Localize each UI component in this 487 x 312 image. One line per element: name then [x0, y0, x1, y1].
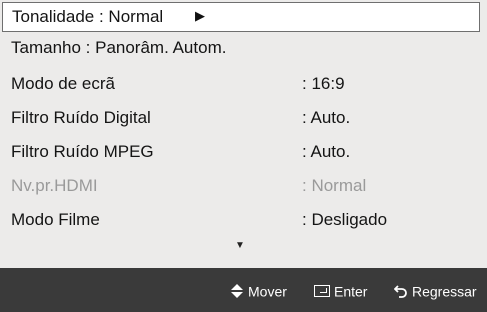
up-down-diamond-icon [231, 284, 243, 299]
scroll-down-arrow-icon[interactable]: ▼ [235, 240, 245, 251]
menu-item-label: Nv.pr.HDMI [11, 176, 98, 195]
menu-item-modo-filme[interactable]: Modo Filme : Desligado [0, 204, 487, 238]
menu-item-value: : Auto. [302, 108, 351, 127]
return-arrow-icon [394, 285, 407, 299]
navigation-hint-bar: Mover Enter Regressar [0, 268, 487, 312]
enter-icon [314, 285, 330, 298]
hint-regressar: Regressar [394, 282, 477, 299]
menu-item-label: Modo de ecrã [11, 74, 115, 93]
menu-item-value: : Normal [302, 176, 367, 195]
picture-options-menu: Tonalidade : Normal ▶ Tamanho : Panorâm.… [0, 0, 487, 268]
hint-regressar-label: Regressar [412, 283, 477, 300]
submenu-arrow-icon: ▶ [195, 8, 205, 23]
menu-item-tonalidade[interactable]: Tonalidade : Normal ▶ [2, 2, 480, 32]
menu-item-tamanho[interactable]: Tamanho : Panorâm. Autom. [0, 34, 487, 68]
menu-item-nv-pr-hdmi: Nv.pr.HDMI : Normal [0, 170, 487, 204]
menu-item-label: Filtro Ruído Digital [11, 108, 151, 127]
menu-item-value: : 16:9 [302, 74, 345, 93]
hint-mover-label: Mover [248, 283, 287, 300]
menu-item-filtro-ruido-mpeg[interactable]: Filtro Ruído MPEG : Auto. [0, 136, 487, 170]
menu-item-label: Tamanho : Panorâm. Autom. [11, 38, 227, 57]
menu-item-value: : Desligado [302, 210, 388, 229]
menu-item-filtro-ruido-digital[interactable]: Filtro Ruído Digital : Auto. [0, 102, 487, 136]
hint-mover: Mover [230, 282, 287, 299]
menu-item-label: Modo Filme [11, 210, 100, 229]
menu-item-label: Filtro Ruído MPEG [11, 142, 154, 161]
hint-enter: Enter [314, 282, 367, 299]
menu-item-value: : Auto. [302, 142, 351, 161]
hint-enter-label: Enter [334, 283, 368, 300]
menu-item-label: Tonalidade : Normal [12, 7, 164, 26]
menu-item-modo-de-ecra[interactable]: Modo de ecrã : 16:9 [0, 68, 487, 102]
